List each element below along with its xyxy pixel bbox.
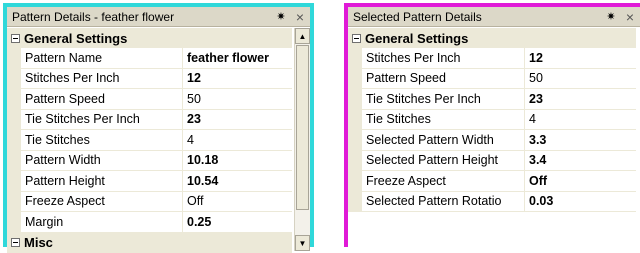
- property-row[interactable]: Stitches Per Inch 12: [7, 68, 292, 89]
- property-row[interactable]: Tie Stitches Per Inch 23: [348, 89, 636, 110]
- property-value[interactable]: 10.54: [183, 171, 292, 192]
- property-row[interactable]: Freeze Aspect Off: [348, 171, 636, 192]
- panel-titlebar: Pattern Details - feather flower ✷ ×: [7, 7, 310, 27]
- property-value[interactable]: 50: [183, 89, 292, 110]
- property-name: Tie Stitches: [362, 109, 525, 130]
- property-name: Pattern Name: [21, 48, 183, 69]
- property-row[interactable]: Tie Stitches 4: [7, 130, 292, 151]
- property-grid: General Settings Pattern Name feather flo…: [7, 28, 292, 253]
- property-row[interactable]: Tie Stitches 4: [348, 109, 636, 130]
- property-row[interactable]: Pattern Speed 50: [348, 68, 636, 89]
- pin-icon[interactable]: ✷: [274, 10, 288, 23]
- property-name: Selected Pattern Width: [362, 130, 525, 151]
- property-name: Pattern Speed: [362, 68, 525, 89]
- scroll-up-icon[interactable]: ▲: [295, 28, 310, 44]
- property-value[interactable]: feather flower: [183, 48, 292, 69]
- property-name: Tie Stitches: [21, 130, 183, 151]
- property-row[interactable]: Margin 0.25: [7, 212, 292, 233]
- property-value[interactable]: 10.18: [183, 151, 292, 171]
- property-value[interactable]: 3.4: [525, 151, 636, 171]
- panel-title: Selected Pattern Details: [353, 9, 482, 24]
- property-row[interactable]: Selected Pattern Rotatio 0.03: [348, 191, 636, 212]
- property-name: Tie Stitches Per Inch: [362, 89, 525, 110]
- close-icon[interactable]: ×: [294, 9, 306, 25]
- category-misc[interactable]: Misc: [7, 232, 292, 253]
- property-value[interactable]: 12: [183, 69, 292, 89]
- collapse-icon[interactable]: [352, 33, 361, 43]
- property-name: Stitches Per Inch: [21, 68, 183, 89]
- property-value[interactable]: Off: [525, 171, 636, 192]
- property-name: Stitches Per Inch: [362, 48, 525, 69]
- property-grid: General Settings Stitches Per Inch 12 Pat…: [348, 28, 636, 251]
- category-label: General Settings: [365, 30, 469, 46]
- category-label: General Settings: [24, 30, 128, 46]
- property-value[interactable]: 3.3: [525, 130, 636, 151]
- vertical-scrollbar[interactable]: ▲ ▼: [294, 28, 310, 251]
- collapse-icon[interactable]: [11, 238, 20, 247]
- property-value[interactable]: 4: [183, 130, 292, 151]
- panel-title: Pattern Details - feather flower: [12, 9, 175, 24]
- category-general-settings[interactable]: General Settings: [7, 28, 292, 48]
- property-row[interactable]: Pattern Speed 50: [7, 89, 292, 110]
- property-value[interactable]: 23: [183, 110, 292, 130]
- property-name: Margin: [21, 212, 183, 233]
- property-row[interactable]: Pattern Name feather flower: [7, 48, 292, 69]
- category-general-settings[interactable]: General Settings: [348, 28, 636, 48]
- property-name: Pattern Height: [21, 171, 183, 192]
- property-name: Selected Pattern Height: [362, 150, 525, 171]
- panel-titlebar: Selected Pattern Details ✷ ×: [348, 7, 640, 27]
- property-value[interactable]: 0.25: [183, 212, 292, 233]
- scroll-down-icon[interactable]: ▼: [295, 235, 310, 251]
- property-row[interactable]: Selected Pattern Width 3.3: [348, 130, 636, 151]
- property-value[interactable]: 50: [525, 69, 636, 89]
- property-row[interactable]: Pattern Width 10.18: [7, 150, 292, 171]
- pattern-details-panel: Pattern Details - feather flower ✷ × Gen…: [3, 3, 314, 253]
- scroll-thumb[interactable]: [296, 45, 309, 210]
- property-name: Freeze Aspect: [362, 171, 525, 192]
- selected-pattern-details-panel: Selected Pattern Details ✷ × General Set…: [344, 3, 640, 251]
- collapse-icon[interactable]: [11, 33, 20, 43]
- pin-icon[interactable]: ✷: [604, 10, 618, 23]
- property-name: Tie Stitches Per Inch: [21, 109, 183, 130]
- property-row[interactable]: Selected Pattern Height 3.4: [348, 150, 636, 171]
- property-value[interactable]: 0.03: [525, 192, 636, 212]
- close-icon[interactable]: ×: [624, 9, 636, 25]
- category-label: Misc: [24, 235, 53, 250]
- property-row[interactable]: Freeze Aspect Off: [7, 191, 292, 212]
- property-row[interactable]: Stitches Per Inch 12: [348, 48, 636, 69]
- property-row[interactable]: Tie Stitches Per Inch 23: [7, 109, 292, 130]
- property-name: Pattern Width: [21, 150, 183, 171]
- property-name: Pattern Speed: [21, 89, 183, 110]
- property-value[interactable]: 12: [525, 48, 636, 69]
- property-name: Selected Pattern Rotatio: [362, 191, 525, 212]
- property-row[interactable]: Pattern Height 10.54: [7, 171, 292, 192]
- property-value[interactable]: 4: [525, 110, 636, 130]
- property-value[interactable]: Off: [183, 192, 292, 212]
- property-value[interactable]: 23: [525, 89, 636, 110]
- property-name: Freeze Aspect: [21, 191, 183, 212]
